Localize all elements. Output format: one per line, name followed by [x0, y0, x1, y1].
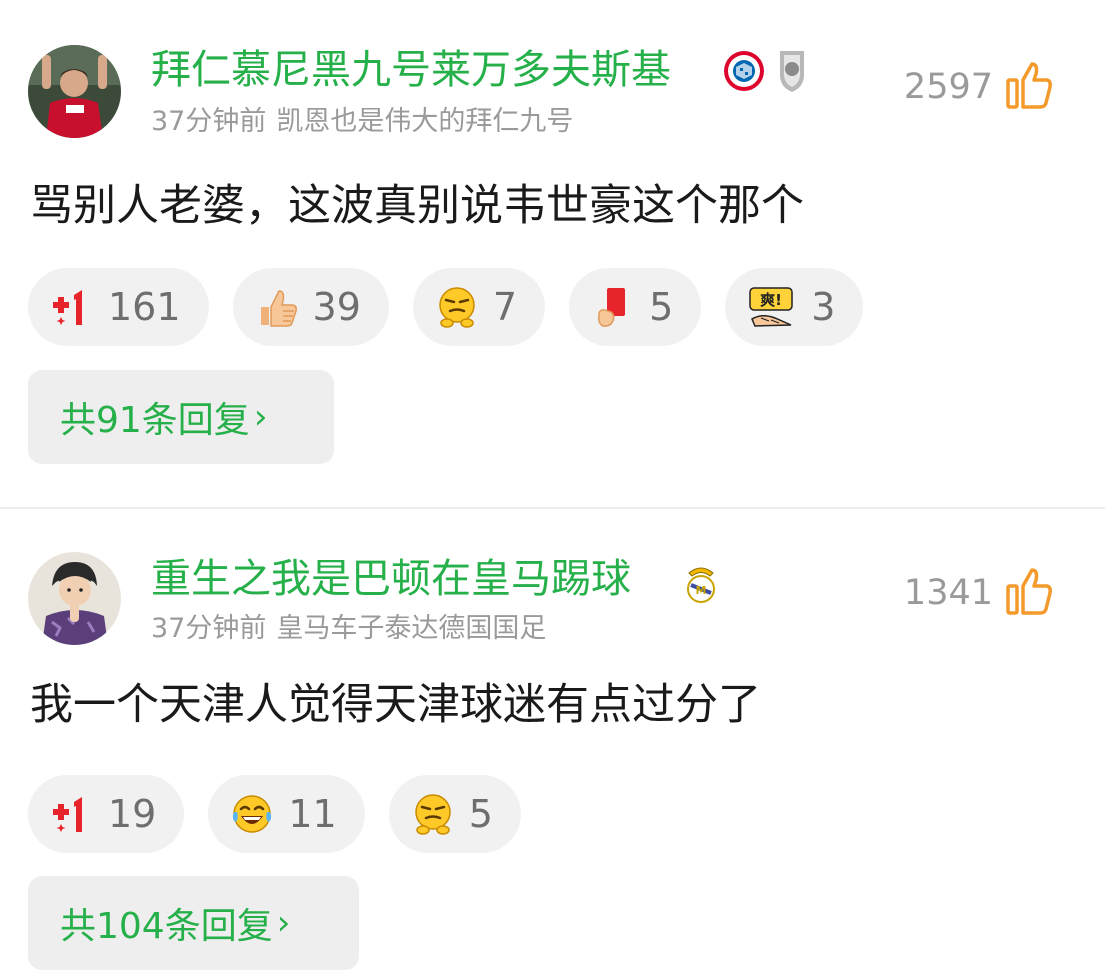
chevron-right-icon: ›: [276, 903, 291, 943]
comment-text: 骂别人老婆，这波真别说韦世豪这个那个: [30, 181, 804, 231]
reaction-bar: 19 11 5: [28, 775, 521, 853]
smirk-emoji-icon: [411, 792, 455, 836]
reaction-shuang[interactable]: 爽! 3: [725, 268, 864, 346]
view-replies-button[interactable]: 共104条回复 ›: [28, 876, 359, 970]
reaction-laughing-tears[interactable]: 11: [208, 775, 365, 853]
username[interactable]: 拜仁慕尼黑九号莱万多夫斯基: [151, 50, 671, 90]
like-count: 1341: [903, 572, 993, 613]
reaction-count: 11: [288, 792, 337, 836]
plus-one-icon: [50, 285, 94, 329]
reaction-smirk[interactable]: 7: [412, 268, 546, 346]
thumbs-up-emoji-icon: [255, 285, 299, 329]
red-card-emoji-icon: [591, 285, 635, 329]
thumb-up-icon: [1005, 566, 1053, 620]
thumb-up-icon: [1005, 60, 1053, 114]
like-count: 2597: [903, 66, 993, 107]
reaction-count: 19: [108, 792, 157, 836]
like-button[interactable]: 2597: [904, 60, 1053, 114]
svg-text:M: M: [696, 584, 707, 597]
user-signature: 凯恩也是伟大的拜仁九号: [276, 106, 574, 137]
reaction-count: 5: [649, 285, 674, 329]
laughing-tears-emoji-icon: [230, 792, 274, 836]
replies-label: 共104条回复: [60, 906, 273, 947]
real-madrid-badge-icon: M: [682, 561, 720, 605]
reaction-bar: 161 39 7 5 爽! 3: [28, 268, 864, 346]
comment-card: 拜仁慕尼黑九号莱万多夫斯基 37分钟前 凯恩也是伟大的拜仁九号 2597 骂别人…: [0, 0, 1105, 508]
bundesliga-shield-badge-icon: [776, 49, 808, 93]
reaction-count: 161: [108, 285, 181, 329]
reaction-red-card[interactable]: 5: [569, 268, 702, 346]
reaction-count: 5: [468, 792, 493, 836]
smirk-emoji-icon: [435, 285, 479, 329]
user-signature: 皇马车子泰达德国国足: [276, 613, 547, 644]
reaction-count: 7: [492, 285, 518, 329]
user-avatar[interactable]: [28, 552, 121, 645]
plus-one-icon: [50, 792, 94, 836]
reaction-count: 39: [312, 285, 361, 329]
replies-label: 共91条回复: [60, 400, 250, 441]
reaction-plus-one[interactable]: 19: [28, 775, 185, 853]
fc-bayern-badge-icon: [723, 50, 765, 92]
reaction-plus-one[interactable]: 161: [28, 268, 209, 346]
reaction-count: 3: [811, 285, 836, 329]
reaction-thumbs-up[interactable]: 39: [232, 268, 389, 346]
shuang-emoji-icon: 爽!: [747, 285, 797, 329]
like-button[interactable]: 1341: [904, 566, 1053, 620]
comment-meta: 37分钟前 皇马车子泰达德国国足: [151, 615, 546, 642]
user-avatar[interactable]: [28, 45, 121, 138]
username[interactable]: 重生之我是巴顿在皇马踢球: [151, 559, 631, 599]
comment-meta: 37分钟前 凯恩也是伟大的拜仁九号: [151, 108, 573, 135]
comment-time: 37分钟前: [151, 613, 267, 644]
comment-text: 我一个天津人觉得天津球迷有点过分了: [30, 680, 761, 730]
shuang-text: 爽!: [760, 291, 782, 309]
reaction-smirk[interactable]: 5: [388, 775, 521, 853]
chevron-right-icon: ›: [253, 397, 268, 437]
comment-card: 重生之我是巴顿在皇马踢球 M 37分钟前 皇马车子泰达德国国足 1341 我一个天…: [0, 509, 1105, 975]
comment-time: 37分钟前: [151, 106, 267, 137]
view-replies-button[interactable]: 共91条回复 ›: [28, 370, 334, 464]
